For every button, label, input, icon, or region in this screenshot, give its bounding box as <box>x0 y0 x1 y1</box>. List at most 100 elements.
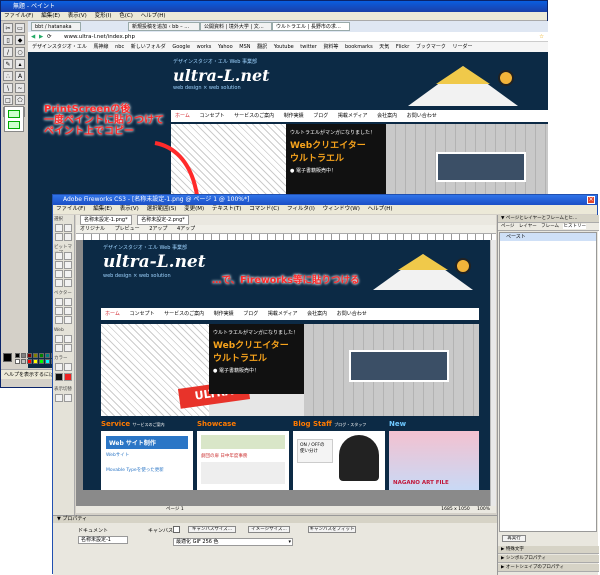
nav-works[interactable]: 制作実績 <box>284 113 304 119</box>
fill-color-swatch[interactable] <box>64 373 72 381</box>
bookmark-item[interactable]: Yahoo <box>218 44 233 50</box>
color-swatch[interactable] <box>33 359 38 364</box>
replay-button[interactable]: 再実行 <box>502 535 526 542</box>
color-swatch[interactable] <box>21 359 26 364</box>
bookmark-star-icon[interactable]: ☆ <box>539 32 544 42</box>
tab-pages[interactable]: ページ <box>501 224 514 229</box>
brush-tool-icon[interactable] <box>64 261 72 269</box>
stroke-color-swatch[interactable] <box>55 373 63 381</box>
foreground-color-swatch[interactable] <box>3 353 12 362</box>
color-swatch[interactable] <box>15 353 20 358</box>
bookmark-item[interactable]: リーダー <box>452 44 472 50</box>
knife-tool-icon[interactable] <box>64 316 72 324</box>
bookmark-item[interactable]: Flickr <box>396 44 409 50</box>
magic-wand-tool-icon[interactable] <box>55 261 63 269</box>
pointer-tool-icon[interactable] <box>55 224 63 232</box>
fw-menu-text[interactable]: テキスト(T) <box>212 206 242 212</box>
service-item[interactable]: Webサイト <box>101 449 193 458</box>
fw-menu-file[interactable]: ファイル(F) <box>56 206 85 212</box>
bookmark-item[interactable]: MSN <box>239 44 250 50</box>
view-tab-preview[interactable]: プレビュー <box>115 226 140 232</box>
panel-autoshape-properties[interactable]: ▶ オートシェイプのプロパティ <box>498 564 599 572</box>
hand-tool-icon[interactable] <box>55 394 63 402</box>
paint-bucket-tool-icon[interactable] <box>64 363 72 371</box>
bookmark-item[interactable]: 翻訳 <box>257 44 267 50</box>
new-card[interactable]: NAGANO ART FILE <box>389 431 479 490</box>
line-tool-icon[interactable] <box>55 298 63 306</box>
bookmark-item[interactable]: デザインスタジオ・エル <box>32 44 87 50</box>
fw-menu-edit[interactable]: 編集(E) <box>93 206 112 212</box>
scale-tool-icon[interactable] <box>55 233 63 241</box>
service-item[interactable]: Movable Typeを使った更新 <box>101 458 193 473</box>
view-tab-original[interactable]: オリジナル <box>80 226 105 232</box>
bookmark-item[interactable]: ブックマーク <box>416 44 446 50</box>
rect-select-tool-icon[interactable]: ▭ <box>15 23 25 33</box>
page-indicator[interactable]: ページ 1 <box>76 506 184 513</box>
zoom-tool-icon[interactable] <box>64 394 72 402</box>
bookmark-item[interactable]: 資料等 <box>323 44 338 50</box>
browser-tab[interactable]: bbt / hatanaka <box>31 22 81 31</box>
bookmark-item[interactable]: Google <box>172 44 190 50</box>
picker-tool-icon[interactable]: / <box>3 47 13 57</box>
lasso-tool-icon[interactable] <box>64 252 72 260</box>
brush-tool-icon[interactable]: ▴ <box>15 59 25 69</box>
eraser-tool-icon[interactable] <box>64 270 72 278</box>
pen-tool-icon[interactable] <box>64 298 72 306</box>
nav-service[interactable]: サービスのご案内 <box>234 113 274 119</box>
service-card[interactable]: Web サイト制作 Webサイト Movable Typeを使った更新 <box>101 431 193 490</box>
bookmark-item[interactable]: nbc <box>115 44 124 50</box>
panel-group-header[interactable]: ▼ ページとレイヤーとフレームとヒ… <box>498 215 599 223</box>
paint-menu-colors[interactable]: 色(C) <box>119 13 133 19</box>
fw-menu-help[interactable]: ヘルプ(H) <box>368 206 393 212</box>
freeform-tool-icon[interactable] <box>55 316 63 324</box>
rectangle-tool-icon[interactable]: □ <box>3 95 13 105</box>
show-slices-icon[interactable] <box>64 344 72 352</box>
fit-canvas-button[interactable]: キャンバスをフィット <box>308 526 356 533</box>
canvas-vertical-scrollbar[interactable] <box>490 240 496 506</box>
color-swatch[interactable] <box>45 353 50 358</box>
browser-tab-active[interactable]: ウルトラエル | 長野市の求… <box>272 22 350 31</box>
bookmark-item[interactable]: 新しいフォルダ <box>131 44 166 50</box>
free-select-tool-icon[interactable]: ✂ <box>3 23 13 33</box>
document-name-field[interactable]: 名称未設定-1 <box>78 536 128 544</box>
properties-title[interactable]: ▼ プロパティ <box>53 516 497 523</box>
document-tab[interactable]: 名称未設定-1.png* <box>80 215 132 225</box>
bookmark-item[interactable]: 馬神線 <box>94 44 109 50</box>
site-logo[interactable]: ultra-L.net <box>173 66 270 85</box>
marquee-tool-icon[interactable] <box>55 252 63 260</box>
paint-menu-file[interactable]: ファイル(F) <box>4 13 33 19</box>
nav-blog[interactable]: ブログ <box>313 113 328 119</box>
color-swatch[interactable] <box>39 353 44 358</box>
forward-icon[interactable]: ▶ <box>39 32 43 42</box>
eyedropper-tool-icon[interactable] <box>55 363 63 371</box>
fw-menu-select[interactable]: 選択範囲(S) <box>147 206 177 212</box>
bookmark-item[interactable]: twitter <box>300 44 317 50</box>
canvas-color-swatch[interactable] <box>173 526 180 533</box>
address-bar[interactable]: ◀ ▶ ⟳ www.ultra-l.net/index.php ☆ <box>28 32 548 42</box>
reload-icon[interactable]: ⟳ <box>47 32 52 42</box>
curve-tool-icon[interactable]: ~ <box>15 83 25 93</box>
blog-card[interactable]: ON / OFFの 使い分け <box>293 431 385 490</box>
fw-menu-view[interactable]: 表示(V) <box>120 206 139 212</box>
view-tab-4up[interactable]: 4アップ <box>177 226 195 232</box>
tool-options-box[interactable] <box>4 106 24 132</box>
paint-menu-help[interactable]: ヘルプ(H) <box>141 13 166 19</box>
view-tab-2up[interactable]: 2アップ <box>149 226 167 232</box>
stamp-tool-icon[interactable] <box>64 279 72 287</box>
fill-tool-icon[interactable]: ◆ <box>15 35 25 45</box>
color-swatch[interactable] <box>33 353 38 358</box>
tab-history[interactable]: ヒストリー <box>563 224 586 229</box>
browser-tab[interactable]: 新規投稿を追加 ‹ bb – … <box>128 22 200 31</box>
hotspot-tool-icon[interactable] <box>55 335 63 343</box>
pencil-tool-icon[interactable] <box>55 270 63 278</box>
text-tool-icon[interactable] <box>64 307 72 315</box>
color-swatch[interactable] <box>39 359 44 364</box>
bookmark-item[interactable]: works <box>197 44 212 50</box>
eraser-tool-icon[interactable]: ▯ <box>3 35 13 45</box>
history-item[interactable]: ペースト <box>500 233 596 241</box>
canvas-size-button[interactable]: キャンバスサイズ... <box>188 526 236 533</box>
document-tab[interactable]: 名称未設定-2.png* <box>137 215 189 225</box>
line-tool-icon[interactable]: \ <box>3 83 13 93</box>
zoom-level[interactable]: 100% <box>477 507 490 512</box>
showcase-card[interactable]: 劇団の扉 日中年度事務 <box>197 431 289 490</box>
